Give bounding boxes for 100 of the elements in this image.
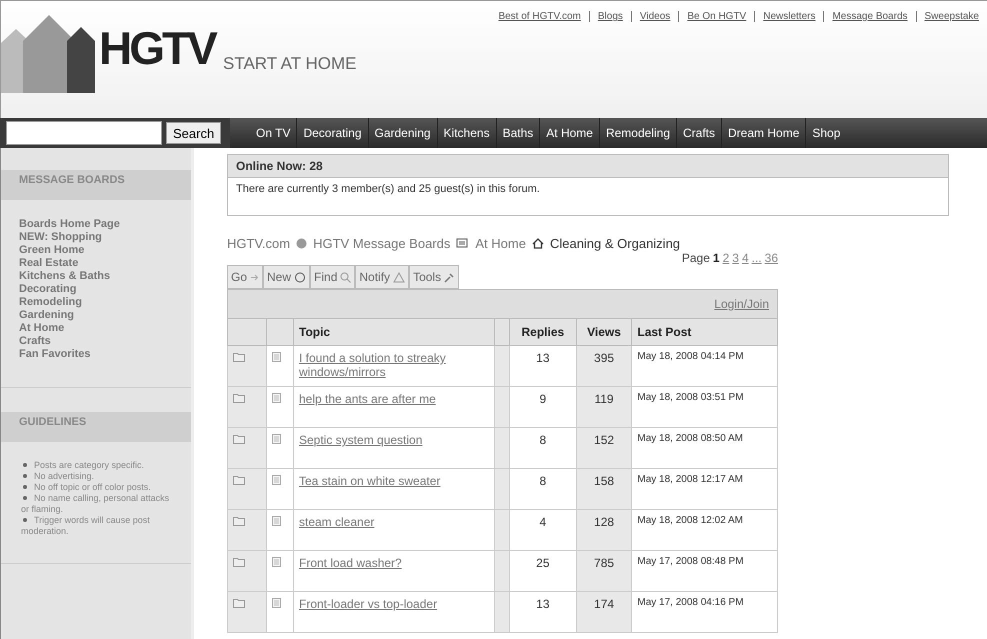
sidebar-link[interactable]: Boards Home Page: [19, 218, 173, 231]
online-text: There are currently 3 member(s) and 25 guest(s) in this forum.: [235, 182, 541, 197]
sidebar-link[interactable]: Decorating: [19, 283, 173, 296]
folder-icon: [233, 598, 245, 608]
arrow-icon: [250, 272, 260, 282]
nav-item[interactable]: Dream Home: [721, 118, 806, 148]
nav-item[interactable]: At Home: [539, 118, 599, 148]
top-link[interactable]: Newsletters: [754, 11, 824, 22]
top-link[interactable]: Message Boards: [823, 11, 916, 22]
guideline-text: No advertising.: [19, 471, 173, 482]
document-icon: [272, 557, 281, 567]
search-field[interactable]: [6, 121, 162, 145]
guideline-text: Posts are category specific.: [19, 460, 173, 471]
table-cell: 785: [576, 550, 632, 592]
document-icon: [272, 434, 281, 444]
top-link[interactable]: Best of HGTV.com: [490, 11, 589, 22]
tagline: START AT HOME: [223, 54, 357, 74]
breadcrumb-current[interactable]: Cleaning & Organizing: [550, 236, 680, 251]
folder-icon: [233, 434, 245, 444]
column-header: Views: [576, 318, 632, 346]
sidebar-link[interactable]: At Home: [19, 322, 173, 335]
table-cell: May 18, 2008 03:51 PM: [632, 386, 778, 428]
panel-title: GUIDELINES: [1, 412, 191, 442]
folder-icon: [233, 516, 245, 526]
sidebar-link[interactable]: Fan Favorites: [19, 348, 173, 361]
nav-item[interactable]: Gardening: [368, 118, 437, 148]
box-title: Online Now: 28: [228, 155, 948, 178]
sidebar-link[interactable]: Crafts: [19, 335, 173, 348]
breadcrumb-link[interactable]: At Home: [475, 236, 526, 251]
top-link[interactable]: Be On HGTV: [678, 11, 754, 22]
page-link[interactable]: 2: [722, 251, 730, 265]
bullet-icon: [23, 496, 27, 500]
document-icon: [272, 393, 281, 403]
table-cell: 13: [510, 592, 576, 632]
sidebar-link[interactable]: Kitchens & Baths: [19, 270, 173, 283]
table-cell: May 18, 2008 04:14 PM: [632, 346, 778, 386]
table-cell: 25: [510, 550, 576, 592]
breadcrumb-link[interactable]: HGTV.com: [227, 236, 290, 251]
page-link[interactable]: ...: [752, 251, 762, 265]
document-icon: [272, 352, 281, 362]
toolbar-button[interactable]: New: [263, 265, 310, 289]
page-link[interactable]: 4: [742, 251, 749, 265]
wrench-icon: [444, 272, 456, 282]
nav-item[interactable]: Decorating: [296, 118, 368, 148]
table-cell: May 17, 2008 08:48 PM: [632, 550, 778, 592]
top-link[interactable]: Blogs: [588, 11, 631, 22]
topic-link[interactable]: Front load washer?: [299, 556, 402, 570]
sidebar-link[interactable]: Remodeling: [19, 296, 173, 309]
guideline-text: Trigger words will cause post moderation.: [20, 515, 151, 537]
page-link[interactable]: 1: [712, 251, 720, 265]
table-cell: 152: [576, 428, 632, 468]
guideline-text: No off topic or off color posts.: [19, 482, 173, 493]
column-header: Replies: [510, 318, 576, 346]
nav-item[interactable]: Shop: [805, 118, 846, 148]
document-icon: [272, 516, 281, 526]
topic-link[interactable]: steam cleaner: [299, 515, 374, 529]
document-icon: [272, 475, 281, 485]
toolbar-button[interactable]: Notify: [355, 265, 410, 289]
toolbar-button[interactable]: Find: [310, 265, 356, 289]
panel-title: MESSAGE BOARDS: [1, 170, 191, 200]
table-cell: 9: [510, 386, 576, 428]
sidebar-link[interactable]: NEW: Shopping: [19, 231, 173, 244]
table-cell: 4: [510, 510, 576, 550]
search-icon: [340, 272, 352, 282]
page-link[interactable]: 36: [764, 251, 778, 265]
nav-item[interactable]: Baths: [496, 118, 540, 148]
page-label: Page: [682, 251, 710, 265]
table-cell: 8: [510, 428, 576, 468]
login-link[interactable]: Login/Join: [714, 297, 769, 311]
folder-icon: [233, 352, 245, 362]
logo-text[interactable]: HGTV: [99, 25, 215, 71]
toolbar-button[interactable]: Go: [227, 265, 264, 289]
top-link[interactable]: Videos: [630, 11, 678, 22]
column-header: Topic: [294, 318, 494, 346]
document-icon: [272, 598, 281, 608]
bullet-icon: [23, 474, 27, 478]
breadcrumb-link[interactable]: HGTV Message Boards: [313, 236, 450, 251]
bullet-icon: [23, 518, 27, 522]
page-link[interactable]: 3: [732, 251, 739, 265]
top-link[interactable]: Sweepstake: [916, 11, 987, 22]
guideline-text: No name calling, personal attacks or flaming.: [20, 493, 170, 515]
sidebar-link[interactable]: Gardening: [19, 309, 173, 322]
column-header: Last Post: [632, 318, 778, 346]
nav-item[interactable]: Remodeling: [598, 118, 676, 148]
nav-item[interactable]: Crafts: [676, 118, 722, 148]
board-icon: [456, 238, 470, 249]
table-cell: 13: [510, 346, 576, 386]
nav-item[interactable]: On TV: [250, 118, 296, 148]
nav-item[interactable]: Kitchens: [436, 118, 496, 148]
folder-icon: [233, 393, 245, 403]
table-cell: May 17, 2008 04:16 PM: [632, 592, 778, 632]
table-cell: 8: [510, 468, 576, 510]
sidebar-link[interactable]: Green Home: [19, 244, 173, 257]
table-cell: 158: [576, 468, 632, 510]
sidebar-link[interactable]: Real Estate: [19, 257, 173, 270]
house-icon: [532, 238, 544, 249]
table-cell: May 18, 2008 12:17 AM: [632, 468, 778, 510]
table-cell: 174: [576, 592, 632, 632]
search-button[interactable]: Search: [166, 122, 222, 144]
toolbar-button[interactable]: Tools: [409, 265, 460, 289]
